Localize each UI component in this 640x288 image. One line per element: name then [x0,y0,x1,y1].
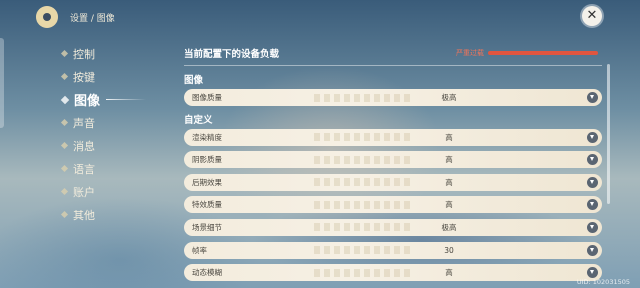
setting-row-effects-quality[interactable]: 特效质量 高 [184,196,602,214]
setting-row-image-quality[interactable]: 图像质量 极高 [184,89,602,106]
divider [184,65,602,66]
chevron-down-icon[interactable] [587,199,598,211]
chevron-down-icon[interactable] [587,131,598,143]
chevron-down-icon[interactable] [587,244,598,256]
device-load-row: 当前配置下的设备负载 严重过载 [184,44,602,62]
sidebar-item-label: 语言 [73,162,95,176]
setting-row-shadow-quality[interactable]: 阴影质量 高 [184,151,602,169]
settings-panel: 当前配置下的设备负载 严重过载 图像 图像质量 极高 自定义 渲染精度 高 阴影… [184,44,602,287]
sidebar-item-label: 其他 [73,208,95,222]
setting-label: 动态模糊 [192,268,222,278]
diamond-icon [60,210,69,219]
setting-label: 阴影质量 [192,155,222,165]
sidebar-item-language[interactable]: 语言 [60,157,146,180]
section-heading-image: 图像 [184,75,204,86]
uid-label: UID: 102031505 [576,278,630,286]
setting-value: 高 [445,132,453,142]
setting-value: 高 [445,200,453,210]
sidebar: 控制 按键 图像 声音 消息 语言 账户 其他 [60,42,147,226]
diamond-icon [60,118,69,127]
sidebar-item-label: 按键 [73,70,95,84]
setting-label: 帧率 [192,245,207,255]
setting-label: 渲染精度 [192,132,222,142]
device-load-title: 当前配置下的设备负载 [184,49,280,60]
active-indicator [106,99,147,100]
setting-row-frame-rate[interactable]: 帧率 30 [184,241,602,259]
diamond-icon [60,187,69,196]
setting-label: 特效质量 [192,200,222,210]
sidebar-item-label: 消息 [73,139,95,153]
sidebar-item-label: 声音 [73,116,95,130]
setting-value: 高 [445,177,453,187]
header: 设置 / 图像 [36,6,115,28]
device-load-bar [488,51,598,55]
close-icon: ✕ [586,8,598,23]
sidebar-item-label: 图像 [74,94,101,109]
left-edge-tab [0,38,4,128]
setting-value: 高 [445,268,453,278]
scrollbar[interactable] [607,64,610,204]
setting-row-scene-detail[interactable]: 场景细节 极高 [184,218,602,236]
sidebar-item-other[interactable]: 其他 [60,203,146,226]
sidebar-item-label: 账户 [73,185,95,199]
chevron-down-icon[interactable] [587,176,598,188]
close-button[interactable]: ✕ [582,6,602,26]
gear-icon [36,6,58,28]
sidebar-item-controls[interactable]: 控制 [60,42,146,65]
chevron-down-icon[interactable] [587,221,598,233]
chevron-down-icon[interactable] [587,154,598,166]
sidebar-item-graphics[interactable]: 图像 [60,88,147,111]
sidebar-item-account[interactable]: 账户 [60,180,146,203]
diamond-icon [60,95,70,104]
diamond-icon [60,49,69,58]
chevron-down-icon[interactable] [587,92,598,103]
setting-row-render-resolution[interactable]: 渲染精度 高 [184,128,602,146]
setting-label: 图像质量 [192,93,222,102]
setting-value: 极高 [441,93,457,102]
setting-value: 30 [444,245,454,255]
diamond-icon [60,141,69,150]
diamond-icon [60,164,69,173]
section-heading-custom: 自定义 [184,114,213,126]
device-load-status: 严重过载 [456,49,484,57]
breadcrumb: 设置 / 图像 [70,13,115,24]
diamond-icon [60,72,69,81]
sidebar-item-messages[interactable]: 消息 [60,134,146,157]
sidebar-item-label: 控制 [73,47,95,61]
sidebar-item-keys[interactable]: 按键 [60,65,146,88]
setting-value: 高 [445,155,453,165]
setting-row-motion-blur[interactable]: 动态模糊 高 [184,264,602,282]
setting-label: 场景细节 [192,222,222,232]
setting-value: 极高 [441,222,457,232]
chevron-down-icon[interactable] [587,267,598,279]
setting-label: 后期效果 [192,177,222,187]
setting-row-post-processing[interactable]: 后期效果 高 [184,173,602,191]
sidebar-item-sound[interactable]: 声音 [60,111,146,134]
